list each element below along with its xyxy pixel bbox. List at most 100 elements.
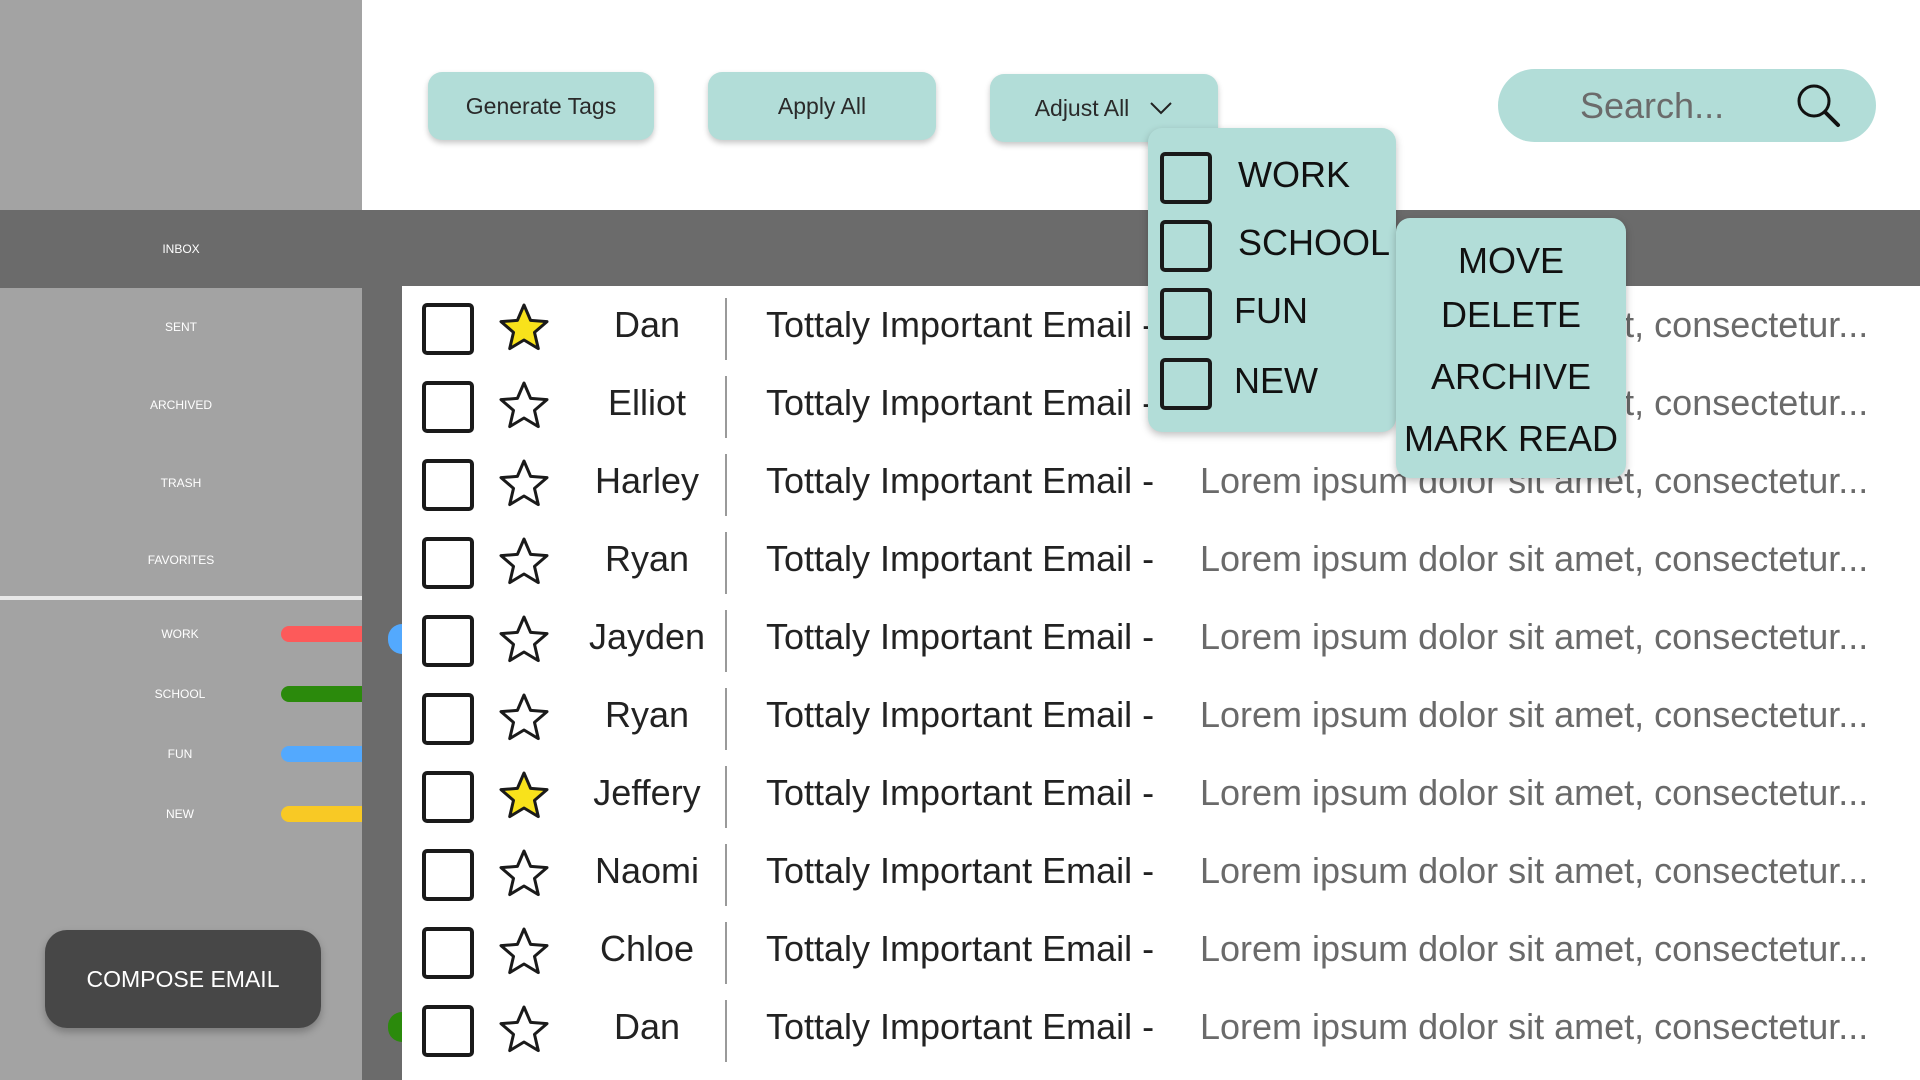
- generate-tags-label: Generate Tags: [465, 92, 617, 119]
- email-subject: Tottaly Important Email -: [766, 850, 1155, 891]
- menu-option-label: NEW: [1234, 360, 1318, 401]
- column-divider: [725, 610, 727, 672]
- sidebar-item-inbox[interactable]: INBOX: [0, 210, 362, 288]
- action-delete[interactable]: DELETE: [1396, 294, 1626, 336]
- star-icon[interactable]: [498, 848, 550, 900]
- tag-label-school[interactable]: SCHOOL: [130, 687, 230, 701]
- table-row[interactable]: Ryan Tottaly Important Email - Lorem ipsum…: [402, 524, 1920, 602]
- action-mark-read[interactable]: MARK READ: [1396, 418, 1626, 460]
- email-sender: Elliot: [607, 382, 687, 423]
- row-checkbox[interactable]: [422, 615, 474, 667]
- email-sender: Ryan: [604, 538, 690, 579]
- compose-email-button[interactable]: COMPOSE EMAIL: [45, 930, 321, 1028]
- apply-all-button[interactable]: Apply All: [708, 72, 936, 140]
- email-subject: Tottaly Important Email -: [766, 538, 1155, 579]
- row-checkbox[interactable]: [422, 381, 474, 433]
- tag-color-school: [281, 686, 362, 702]
- star-filled-icon[interactable]: [498, 302, 550, 354]
- sidebar-item-favorites[interactable]: FAVORITES: [0, 521, 362, 599]
- email-subject: Tottaly Important Email -: [766, 304, 1155, 345]
- apply-all-label: Apply All: [777, 92, 867, 119]
- table-row[interactable]: Chloe Tottaly Important Email - Lorem ipsu…: [402, 914, 1920, 992]
- star-icon[interactable]: [498, 926, 550, 978]
- search-icon[interactable]: [1794, 81, 1844, 131]
- generate-tags-button[interactable]: Generate Tags: [428, 72, 654, 140]
- table-row[interactable]: Harley Tottaly Important Email - Lorem ips…: [402, 446, 1920, 524]
- email-sender: Harley: [594, 460, 700, 501]
- sidebar-item-trash[interactable]: TRASH: [0, 444, 362, 522]
- row-checkbox[interactable]: [422, 537, 474, 589]
- star-icon[interactable]: [498, 614, 550, 666]
- sidebar-item-archived[interactable]: ARCHIVED: [0, 366, 362, 444]
- email-snippet: Lorem ipsum dolor sit amet, consectetur.…: [1200, 928, 1869, 969]
- table-row[interactable]: Dan Tottaly Important Email - Lorem ipsum …: [402, 992, 1920, 1070]
- sidebar-item-label: TRASH: [160, 476, 202, 490]
- menu-option-fun[interactable]: FUN: [1160, 286, 1396, 340]
- email-subject: Tottaly Important Email -: [766, 1006, 1155, 1047]
- column-divider: [725, 844, 727, 906]
- menu-option-new[interactable]: NEW: [1160, 356, 1396, 410]
- star-icon[interactable]: [498, 1004, 550, 1056]
- email-snippet: Lorem ipsum dolor sit amet, consectetur.…: [1200, 616, 1869, 657]
- sidebar: INBOX SENT ARCHIVED TRASH FAVORITES WORK…: [0, 0, 362, 1080]
- menu-option-school[interactable]: SCHOOL: [1160, 218, 1396, 272]
- checkbox[interactable]: [1160, 220, 1212, 272]
- row-checkbox[interactable]: [422, 1005, 474, 1057]
- action-move[interactable]: MOVE: [1396, 240, 1626, 282]
- email-sender: Dan: [613, 304, 681, 345]
- tag-color-fun: [281, 746, 362, 762]
- star-icon[interactable]: [498, 536, 550, 588]
- star-icon[interactable]: [498, 380, 550, 432]
- adjust-all-label: Adjust All: [1034, 94, 1130, 121]
- table-row[interactable]: Jayden Tottaly Important Email - Lorem ips…: [402, 602, 1920, 680]
- row-checkbox[interactable]: [422, 849, 474, 901]
- row-checkbox[interactable]: [422, 693, 474, 745]
- search-bar: [1498, 69, 1876, 142]
- email-subject: Tottaly Important Email -: [766, 382, 1155, 423]
- checkbox[interactable]: [1160, 358, 1212, 410]
- row-checkbox[interactable]: [422, 303, 474, 355]
- row-checkbox[interactable]: [422, 771, 474, 823]
- star-icon[interactable]: [498, 458, 550, 510]
- star-icon[interactable]: [498, 692, 550, 744]
- sidebar-divider: [0, 596, 362, 600]
- email-snippet: Lorem ipsum dolor sit amet, consectetur.…: [1200, 772, 1869, 813]
- table-row[interactable]: Naomi Tottaly Important Email - Lorem ipsu…: [402, 836, 1920, 914]
- tag-label-new[interactable]: NEW: [130, 807, 230, 821]
- email-subject: Tottaly Important Email -: [766, 928, 1155, 969]
- checkbox[interactable]: [1160, 288, 1212, 340]
- menu-option-label: WORK: [1238, 154, 1350, 195]
- table-row[interactable]: Jeffery Tottaly Important Email - Lorem ip…: [402, 758, 1920, 836]
- sidebar-item-label: INBOX: [162, 242, 200, 256]
- menu-option-work[interactable]: WORK: [1160, 150, 1396, 204]
- tag-color-work: [281, 626, 362, 642]
- tag-label-work[interactable]: WORK: [130, 627, 230, 641]
- column-divider: [725, 454, 727, 516]
- sidebar-item-sent[interactable]: SENT: [0, 288, 362, 366]
- row-checkbox[interactable]: [422, 459, 474, 511]
- column-divider: [725, 298, 727, 360]
- column-divider: [725, 532, 727, 594]
- email-sender: Jeffery: [593, 772, 701, 813]
- row-checkbox[interactable]: [422, 927, 474, 979]
- sidebar-item-label: ARCHIVED: [149, 398, 212, 412]
- action-archive[interactable]: ARCHIVE: [1396, 356, 1626, 398]
- column-divider: [725, 922, 727, 984]
- search-input[interactable]: [1578, 81, 1802, 131]
- checkbox[interactable]: [1160, 152, 1212, 204]
- email-snippet: Lorem ipsum dolor sit amet, consectetur.…: [1200, 850, 1869, 891]
- sidebar-item-label: FAVORITES: [147, 553, 215, 567]
- column-divider: [725, 1000, 727, 1062]
- star-filled-icon[interactable]: [498, 770, 550, 822]
- sidebar-item-label: SENT: [164, 320, 197, 334]
- email-subject: Tottaly Important Email -: [766, 616, 1155, 657]
- list-gutter: [362, 286, 402, 1080]
- tag-label-fun[interactable]: FUN: [130, 747, 230, 761]
- email-sender: Jayden: [588, 616, 706, 657]
- email-sender: Dan: [613, 1006, 681, 1047]
- column-divider: [725, 766, 727, 828]
- email-snippet: Lorem ipsum dolor sit amet, consectetur.…: [1200, 538, 1869, 579]
- tag-dropdown-menu: WORK SCHOOL FUN NEW: [1148, 128, 1396, 432]
- email-sender: Chloe: [599, 928, 695, 969]
- table-row[interactable]: Ryan Tottaly Important Email - Lorem ipsum…: [402, 680, 1920, 758]
